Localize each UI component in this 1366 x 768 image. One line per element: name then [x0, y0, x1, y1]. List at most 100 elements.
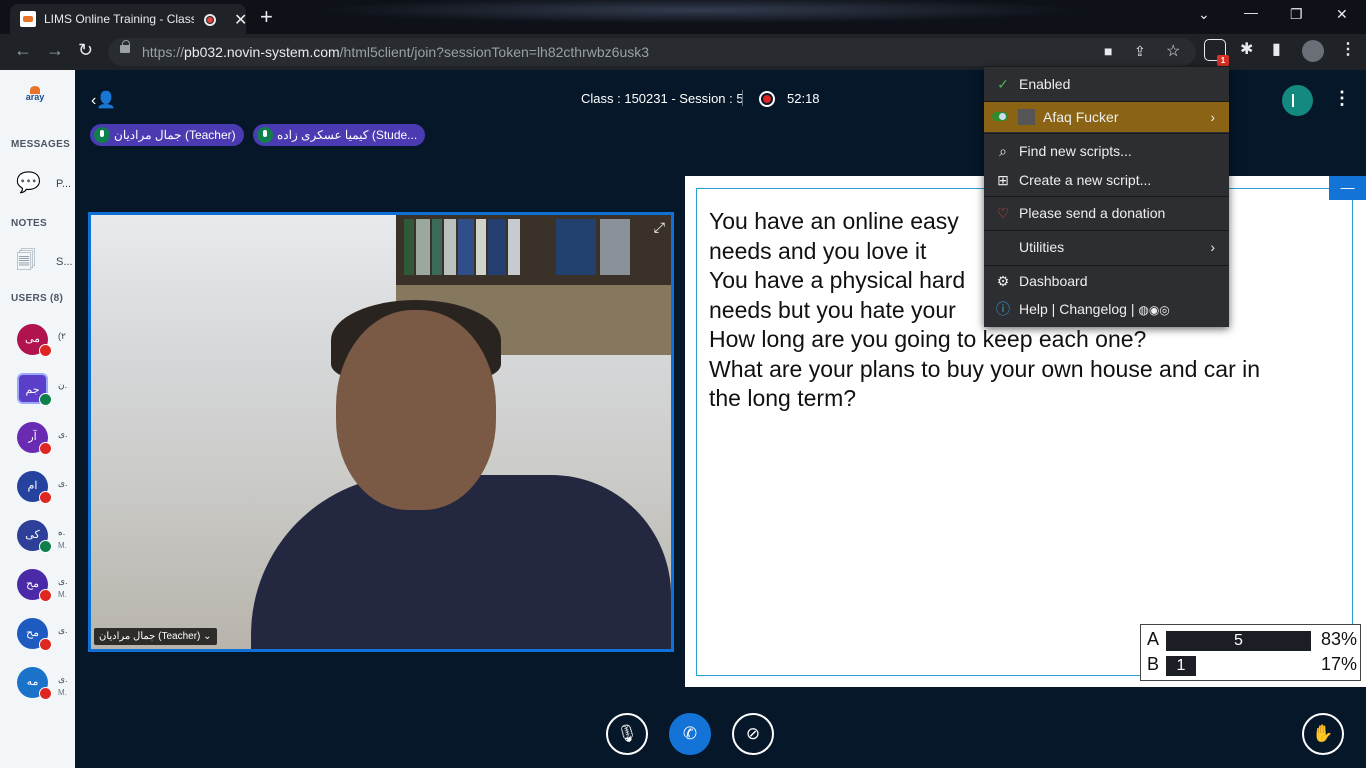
side-panel-icon[interactable]: ▮ [1272, 39, 1281, 59]
divider [742, 90, 743, 106]
public-chat-item[interactable]: P... [56, 178, 71, 190]
connection-status-button[interactable] [1282, 85, 1313, 116]
share-webcam-button[interactable]: ⊘ [732, 713, 774, 755]
fullscreen-icon[interactable]: ⤢ [654, 219, 665, 236]
address-bar[interactable]: https://pb032.novin-system.com/html5clie… [108, 38, 1196, 66]
slide-line: the long term? [709, 385, 857, 411]
dashboard-label: Dashboard [1019, 273, 1088, 289]
forward-button[interactable]: → [46, 40, 64, 61]
reload-button[interactable]: ↻ [78, 40, 93, 61]
close-window-button[interactable]: ✕ [1336, 6, 1348, 23]
extension-badge: 1 [1217, 55, 1229, 66]
user-name[interactable]: ن. [58, 380, 67, 391]
slide-line: How long are you going to keep each one? [709, 326, 1147, 352]
lock-icon[interactable] [120, 40, 130, 53]
app-logo: aray [20, 84, 50, 110]
talker-name: کیمیا عسکری زاده (Stude... [277, 128, 418, 142]
muted-mic-icon [39, 344, 52, 357]
heart-icon: ♡ [996, 205, 1010, 221]
shared-notes-icon[interactable]: 🗐 [16, 246, 36, 280]
chat-bubble-icon[interactable]: 💬 [16, 170, 41, 195]
check-icon: ✓ [997, 76, 1009, 92]
browser-titlebar: LIMS Online Training - Class ✕ + ⌄ — ❐ ✕ [0, 0, 1366, 34]
video-bookshelf [396, 215, 671, 285]
user-name[interactable]: ی. [58, 429, 68, 440]
browser-menu-icon[interactable]: ⋮ [1340, 39, 1356, 59]
leave-audio-button[interactable]: ✆ [669, 713, 711, 755]
find-scripts-label: Find new scripts... [1019, 143, 1132, 159]
user-name[interactable]: ه. [58, 527, 65, 538]
menu-enabled[interactable]: ✓ Enabled [984, 69, 1229, 99]
restore-window-button[interactable]: ❐ [1290, 6, 1303, 23]
menu-divider [984, 133, 1229, 134]
minimize-presentation-button[interactable]: — [1329, 176, 1366, 200]
talker-name: جمال مرادیان (Teacher) [114, 128, 236, 142]
muted-mic-icon [39, 687, 52, 700]
menu-dashboard[interactable]: ⚙ Dashboard [984, 266, 1229, 296]
poll-row: A 5 83% [1147, 629, 1357, 651]
muted-mic-icon [39, 589, 52, 602]
chevron-right-icon: › [1210, 239, 1215, 255]
url-text[interactable]: https://pb032.novin-system.com/html5clie… [142, 44, 649, 60]
muted-mic-icon [39, 638, 52, 651]
back-button[interactable]: ← [14, 40, 32, 61]
menu-help[interactable]: ⓘ Help | Changelog | ◍◉◎ [984, 294, 1229, 324]
record-icon[interactable] [759, 91, 775, 107]
gear-icon: ⚙ [996, 273, 1010, 289]
poll-row: B 1 17% [1147, 654, 1357, 676]
menu-utilities[interactable]: Utilities › [984, 232, 1229, 262]
browser-toolbar: ← → ↻ https://pb032.novin-system.com/htm… [0, 34, 1366, 70]
tab-favicon [20, 11, 36, 27]
poll-bar: 5 [1166, 631, 1311, 651]
notes-section-title: NOTES [11, 218, 47, 229]
close-tab-icon[interactable]: ✕ [234, 10, 247, 30]
create-script-label: Create a new script... [1019, 172, 1152, 188]
webcam-user-label[interactable]: جمال مرادیان (Teacher) ⌄ [94, 628, 217, 645]
shared-notes-item[interactable]: S... [56, 256, 73, 268]
toggle-userlist-button[interactable]: ‹👤 [91, 90, 116, 110]
utilities-label: Utilities [1019, 239, 1065, 255]
webcam-video[interactable]: ⤢ جمال مرادیان (Teacher) ⌄ [88, 212, 674, 652]
resize-handle-icon[interactable]: ⤡ [1343, 667, 1353, 683]
script-name: Afaq Fucker [1043, 109, 1119, 125]
talking-indicator-student[interactable]: کیمیا عسکری زاده (Stude... [253, 124, 426, 146]
user-name[interactable]: ی. [58, 674, 68, 685]
menu-script-item[interactable]: Afaq Fucker › [984, 102, 1229, 132]
user-meta: M. [58, 688, 67, 697]
donate-label: Please send a donation [1019, 205, 1166, 221]
menu-divider [984, 230, 1229, 231]
poll-option: B [1147, 654, 1160, 674]
plus-square-icon: ⊞ [997, 172, 1009, 188]
user-name[interactable]: ی. [58, 478, 68, 489]
extensions-puzzle-icon[interactable]: ✱ [1240, 39, 1253, 59]
talking-indicator-teacher[interactable]: جمال مرادیان (Teacher) [90, 124, 244, 146]
recording-time: 52:18 [787, 91, 820, 106]
camera-permission-icon[interactable]: ■ [1104, 43, 1112, 59]
help-label: Help | Changelog | [1019, 301, 1135, 317]
new-tab-button[interactable]: + [260, 4, 273, 30]
mic-icon [39, 393, 52, 406]
user-name[interactable]: ی. [58, 625, 68, 636]
microphone-icon [257, 127, 273, 143]
script-toggle[interactable] [992, 112, 1008, 121]
raise-hand-button[interactable]: ✋ [1302, 713, 1344, 755]
menu-donate[interactable]: ♡ Please send a donation [984, 198, 1229, 228]
info-icon: ⓘ [996, 301, 1010, 317]
user-name[interactable]: (۲ [58, 331, 66, 342]
recording-indicator-icon [204, 14, 216, 26]
bookmark-star-icon[interactable]: ☆ [1166, 41, 1180, 61]
user-meta: M. [58, 590, 67, 599]
user-name[interactable]: ی. [58, 576, 68, 587]
tab-search-icon[interactable]: ⌄ [1198, 6, 1210, 23]
social-icons[interactable]: ◍◉◎ [1138, 303, 1169, 317]
browser-tab[interactable]: LIMS Online Training - Class ✕ [10, 4, 247, 34]
mute-microphone-button[interactable]: 🎙 [606, 713, 648, 755]
menu-create-script[interactable]: ⊞ Create a new script... [984, 165, 1229, 195]
mic-icon [39, 540, 52, 553]
profile-avatar[interactable] [1302, 40, 1324, 62]
options-menu-icon[interactable]: ⋮ [1333, 88, 1351, 109]
poll-option: A [1147, 629, 1160, 649]
menu-find-scripts[interactable]: ⌕ Find new scripts... [984, 136, 1229, 166]
share-icon[interactable]: ⇪ [1134, 43, 1146, 60]
minimize-window-button[interactable]: — [1244, 4, 1258, 20]
